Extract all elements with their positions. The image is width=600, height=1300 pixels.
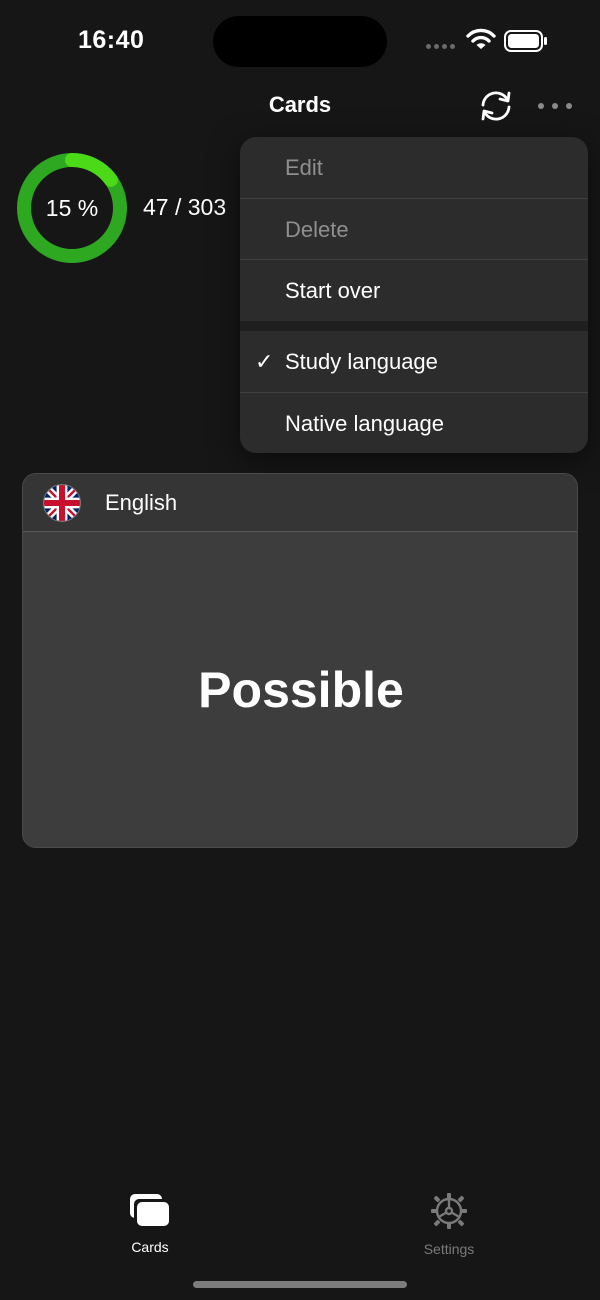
menu-item-label: Native language [285, 410, 445, 436]
checkmark-icon: ✓ [255, 348, 274, 374]
sync-icon[interactable] [476, 86, 516, 126]
menu-section-gap [240, 321, 588, 331]
cards-icon [130, 1194, 169, 1226]
card-word: Possible [198, 662, 404, 718]
status-time: 16:40 [78, 26, 145, 54]
progress-percent: 15 % [45, 194, 99, 221]
options-menu: Edit Delete Start over ✓ Study language … [240, 137, 588, 453]
tab-cards[interactable]: Cards [90, 1192, 210, 1255]
gear-icon [431, 1193, 467, 1229]
card-language-label: English [105, 490, 178, 515]
menu-item-label: Delete [285, 216, 349, 242]
menu-item-label: Start over [285, 277, 381, 303]
status-bar: 16:40 [0, 0, 600, 84]
wifi-icon [466, 28, 496, 49]
flash-card[interactable]: English Possible [22, 473, 578, 848]
battery-icon [504, 30, 547, 52]
ellipsis-icon[interactable] [538, 94, 572, 118]
card-header: English [23, 474, 577, 532]
menu-item-start-over[interactable]: Start over [240, 260, 588, 321]
menu-item-label: Edit [285, 154, 323, 180]
cellular-signal-icon [426, 44, 455, 49]
menu-item-study-language[interactable]: ✓ Study language [240, 331, 588, 392]
menu-item-delete[interactable]: Delete [240, 199, 588, 260]
menu-item-label: Study language [285, 348, 438, 374]
menu-item-native-language[interactable]: Native language [240, 393, 588, 453]
dynamic-island [213, 16, 387, 67]
uk-flag-icon [43, 484, 81, 522]
tab-settings[interactable]: Settings [389, 1192, 509, 1257]
tab-label: Settings [423, 1241, 475, 1257]
progress-count: 47 / 303 [143, 194, 227, 220]
menu-item-edit[interactable]: Edit [240, 137, 588, 198]
home-indicator[interactable] [193, 1281, 407, 1288]
tab-label: Cards [131, 1239, 169, 1255]
